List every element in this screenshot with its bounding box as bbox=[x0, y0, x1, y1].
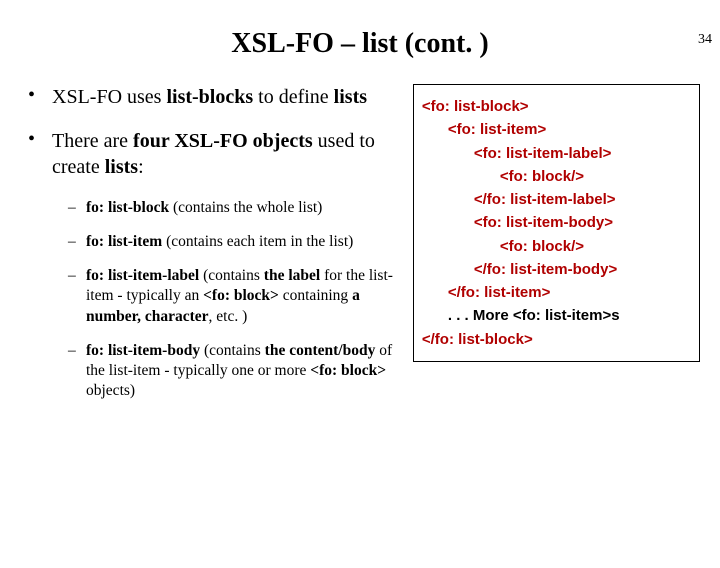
page-number: 34 bbox=[698, 32, 712, 48]
code-tag: </fo: list-item> bbox=[448, 284, 551, 301]
bullet-text: There are four XSL-FO objects used to cr… bbox=[52, 128, 403, 180]
code-line: </fo: list-item> bbox=[448, 281, 691, 304]
text-fragment: XSL-FO uses bbox=[52, 86, 166, 108]
code-line: <fo: list-item-label> bbox=[474, 142, 691, 165]
text-fragment: There are bbox=[52, 130, 133, 152]
code-line: <fo: list-block> bbox=[422, 95, 691, 118]
bullet-text: XSL-FO uses list-blocks to define lists bbox=[52, 84, 367, 110]
sub-list: – fo: list-block (contains the whole lis… bbox=[68, 198, 403, 401]
text-fragment: : bbox=[138, 156, 144, 178]
text-fragment: (contains bbox=[200, 342, 265, 359]
bold-text: lists bbox=[334, 86, 367, 108]
code-line: . . . More <fo: list-item>s bbox=[448, 304, 691, 327]
code-line: <fo: block/> bbox=[500, 235, 691, 258]
text-fragment: (contains each item in the list) bbox=[162, 233, 353, 250]
text-fragment: objects) bbox=[86, 382, 135, 399]
bold-text: the label bbox=[264, 267, 320, 284]
sub-item: – fo: list-item (contains each item in t… bbox=[68, 232, 403, 252]
code-tag: </fo: list-block> bbox=[422, 331, 533, 348]
code-line: </fo: list-block> bbox=[422, 328, 691, 351]
slide-title: XSL-FO – list (cont. ) bbox=[0, 28, 720, 60]
dash-icon: – bbox=[68, 232, 86, 252]
dash-icon: – bbox=[68, 266, 86, 326]
code-line: </fo: list-item-body> bbox=[474, 258, 691, 281]
code-tag: <fo: block/> bbox=[500, 238, 584, 255]
code-line: <fo: list-item-body> bbox=[474, 211, 691, 234]
sub-item-text: fo: list-item-label (contains the label … bbox=[86, 266, 403, 326]
bold-text: list-blocks bbox=[166, 86, 253, 108]
code-line: <fo: block/> bbox=[500, 165, 691, 188]
sub-item: – fo: list-item-label (contains the labe… bbox=[68, 266, 403, 326]
bullet-item: • XSL-FO uses list-blocks to define list… bbox=[28, 84, 403, 110]
bold-text: lists bbox=[105, 156, 138, 178]
bold-text: the content/body bbox=[265, 342, 376, 359]
dash-icon: – bbox=[68, 198, 86, 218]
code-tag: </fo: list-item-body> bbox=[474, 261, 617, 278]
code-tag: <fo: block/> bbox=[500, 168, 584, 185]
text-fragment: (contains the whole list) bbox=[169, 199, 322, 216]
bold-text: fo: list-block bbox=[86, 199, 169, 216]
code-tag: <fo: list-block> bbox=[422, 98, 529, 115]
sub-item-text: fo: list-item (contains each item in the… bbox=[86, 232, 353, 252]
code-text: . . . More <fo: list-item>s bbox=[448, 307, 620, 324]
code-tag: <fo: list-item-label> bbox=[474, 145, 612, 162]
bold-text: <fo: block> bbox=[203, 287, 279, 304]
content-area: • XSL-FO uses list-blocks to define list… bbox=[0, 84, 720, 415]
bullet-item: • There are four XSL-FO objects used to … bbox=[28, 128, 403, 180]
bullet-dot: • bbox=[28, 128, 52, 180]
code-box: <fo: list-block> <fo: list-item> <fo: li… bbox=[413, 84, 700, 362]
text-fragment: to define bbox=[253, 86, 334, 108]
code-line: <fo: list-item> bbox=[448, 118, 691, 141]
text-fragment: containing bbox=[279, 287, 352, 304]
code-tag: <fo: list-item-body> bbox=[474, 214, 613, 231]
text-fragment: , etc. ) bbox=[209, 308, 248, 325]
code-line: </fo: list-item-label> bbox=[474, 188, 691, 211]
code-tag: <fo: list-item> bbox=[448, 121, 546, 138]
code-tag: </fo: list-item-label> bbox=[474, 191, 616, 208]
sub-item: – fo: list-block (contains the whole lis… bbox=[68, 198, 403, 218]
bullet-dot: • bbox=[28, 84, 52, 110]
left-column: • XSL-FO uses list-blocks to define list… bbox=[28, 84, 413, 415]
bold-text: fo: list-item-label bbox=[86, 267, 199, 284]
bold-text: fo: list-item bbox=[86, 233, 162, 250]
sub-item-text: fo: list-block (contains the whole list) bbox=[86, 198, 322, 218]
bold-text: <fo: block> bbox=[310, 362, 386, 379]
sub-item-text: fo: list-item-body (contains the content… bbox=[86, 341, 403, 401]
bold-text: four XSL-FO objects bbox=[133, 130, 313, 152]
bold-text: fo: list-item-body bbox=[86, 342, 200, 359]
sub-item: – fo: list-item-body (contains the conte… bbox=[68, 341, 403, 401]
text-fragment: (contains bbox=[199, 267, 264, 284]
dash-icon: – bbox=[68, 341, 86, 401]
